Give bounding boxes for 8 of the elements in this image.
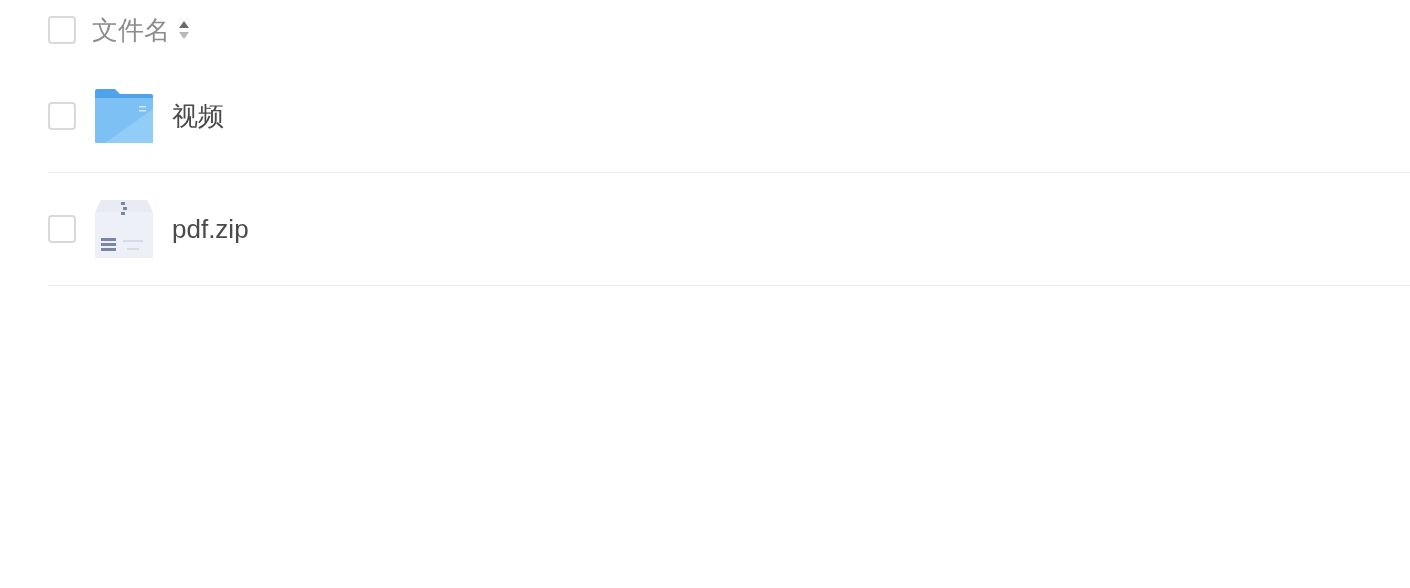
checkbox[interactable] — [48, 215, 76, 243]
file-name[interactable]: 视频 — [172, 96, 224, 136]
file-name[interactable]: pdf.zip — [172, 209, 249, 249]
checkbox[interactable] — [48, 102, 76, 130]
checkbox[interactable] — [48, 16, 76, 44]
folder-icon — [95, 89, 153, 143]
archive-icon — [95, 200, 153, 258]
sort-icon[interactable] — [178, 20, 190, 40]
